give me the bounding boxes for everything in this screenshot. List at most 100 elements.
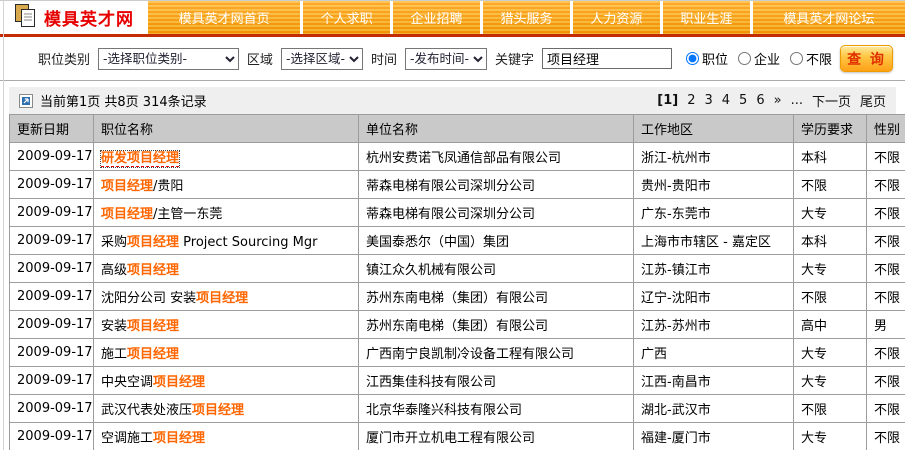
radio-input[interactable] xyxy=(686,52,699,65)
radio-option[interactable]: 不限 xyxy=(790,49,832,68)
column-header-education: 学历要求 xyxy=(794,115,867,143)
region-select[interactable]: -选择区域- xyxy=(281,48,363,70)
cell-education: 本科 xyxy=(794,143,867,171)
column-header-title: 职位名称 xyxy=(94,115,359,143)
radio-label: 不限 xyxy=(806,49,832,68)
nav-tab[interactable]: 模具英才网论坛 xyxy=(753,1,905,34)
job-title-link[interactable]: 安装项目经理 xyxy=(101,319,179,334)
cell-update-date: 2009-09-17 xyxy=(10,367,94,395)
job-title-link[interactable]: 沈阳分公司 安装项目经理 xyxy=(101,291,248,306)
category-select[interactable]: -选择职位类别- xyxy=(98,48,239,70)
keyword-input[interactable] xyxy=(542,48,672,69)
cell-education: 大专 xyxy=(794,367,867,395)
page-link[interactable]: 下一页 xyxy=(812,91,851,110)
page-link[interactable]: 6 xyxy=(756,93,764,108)
cell-region: 广东-东莞市 xyxy=(634,199,794,227)
page-link[interactable]: 4 xyxy=(722,93,730,108)
site-logo[interactable]: 模具英才网 xyxy=(0,1,148,34)
table-header-row: 更新日期 职位名称 单位名称 工作地区 学历要求 性别 xyxy=(10,115,905,143)
nav-tab[interactable]: 模具英才网首页 xyxy=(148,1,300,34)
cell-job-title: 高级项目经理 xyxy=(94,255,359,283)
table-row: 2009-09-17 施工项目经理 广西南宁良凯制冷设备工程有限公司 广西 大专… xyxy=(10,339,905,367)
column-header-region: 工作地区 xyxy=(634,115,794,143)
cell-job-title: 武汉代表处液压项目经理 xyxy=(94,395,359,423)
table-row: 2009-09-17 采购项目经理 Project Sourcing Mgr 美… xyxy=(10,227,905,255)
table-row: 2009-09-17 高级项目经理 镇江众久机械有限公司 江苏-镇江市 大专 不… xyxy=(10,255,905,283)
table-row: 2009-09-17 空调施工项目经理 厦门市开立机电工程有限公司 福建-厦门市… xyxy=(10,423,905,450)
job-title-link[interactable]: 武汉代表处液压项目经理 xyxy=(101,403,244,418)
job-title-link[interactable]: 采购项目经理 Project Sourcing Mgr xyxy=(101,235,317,250)
table-row: 2009-09-17 武汉代表处液压项目经理 北京华泰隆兴科技有限公司 湖北-武… xyxy=(10,395,905,423)
column-header-company: 单位名称 xyxy=(359,115,634,143)
cell-company: 苏州东南电梯（集团）有限公司 xyxy=(359,283,634,311)
page-link[interactable]: ... xyxy=(791,93,803,108)
category-label: 职位类别 xyxy=(38,49,90,68)
page-link[interactable]: 2 xyxy=(687,93,695,108)
page-link[interactable]: 5 xyxy=(739,93,747,108)
time-select[interactable]: -发布时间- xyxy=(405,48,487,70)
job-title-link[interactable]: 中央空调项目经理 xyxy=(101,375,205,390)
main-nav: 模具英才网首页个人求职企业招聘猎头服务人力资源职业生涯模具英才网论坛 xyxy=(148,1,905,34)
cell-company: 杭州安费诺飞凤通信部品有限公司 xyxy=(359,143,634,171)
job-title-link[interactable]: 项目经理/贵阳 xyxy=(101,179,183,194)
nav-tab[interactable]: 企业招聘 xyxy=(393,1,480,34)
header: 模具英才网 模具英才网首页个人求职企业招聘猎头服务人力资源职业生涯模具英才网论坛 xyxy=(0,1,905,37)
job-title-link[interactable]: 空调施工项目经理 xyxy=(101,431,205,446)
cell-gender: 不限 xyxy=(867,423,905,450)
cell-job-title: 中央空调项目经理 xyxy=(94,367,359,395)
table-row: 2009-09-17 项目经理/主管一东莞 蒂森电梯有限公司深圳分公司 广东-东… xyxy=(10,199,905,227)
cell-company: 美国泰悉尔（中国）集团 xyxy=(359,227,634,255)
cell-gender: 不限 xyxy=(867,199,905,227)
page-link[interactable]: 3 xyxy=(704,93,712,108)
cell-gender: 不限 xyxy=(867,227,905,255)
cell-company: 镇江众久机械有限公司 xyxy=(359,255,634,283)
cell-job-title: 采购项目经理 Project Sourcing Mgr xyxy=(94,227,359,255)
cell-update-date: 2009-09-17 xyxy=(10,255,94,283)
page-link[interactable]: 尾页 xyxy=(860,91,886,110)
radio-input[interactable] xyxy=(790,52,803,65)
cell-update-date: 2009-09-17 xyxy=(10,227,94,255)
cell-job-title: 施工项目经理 xyxy=(94,339,359,367)
cell-company: 蒂森电梯有限公司深圳分公司 xyxy=(359,199,634,227)
table-row: 2009-09-17 研发项目经理 杭州安费诺飞凤通信部品有限公司 浙江-杭州市… xyxy=(10,143,905,171)
job-title-link[interactable]: 高级项目经理 xyxy=(101,263,179,278)
page-link[interactable]: » xyxy=(774,93,782,108)
radio-option[interactable]: 职位 xyxy=(686,49,728,68)
cell-gender: 不限 xyxy=(867,367,905,395)
cell-region: 辽宁-沈阳市 xyxy=(634,283,794,311)
cell-gender: 不限 xyxy=(867,255,905,283)
job-title-link[interactable]: 施工项目经理 xyxy=(101,347,179,362)
search-bar: 职位类别 -选择职位类别- 区域 -选择区域- 时间 -发布时间- 关键字 职位… xyxy=(0,37,905,81)
search-button[interactable]: 查 询 xyxy=(840,45,893,72)
cell-education: 不限 xyxy=(794,283,867,311)
cell-education: 不限 xyxy=(794,395,867,423)
radio-option[interactable]: 企业 xyxy=(738,49,780,68)
job-title-link[interactable]: 项目经理/主管一东莞 xyxy=(101,207,222,222)
cell-update-date: 2009-09-17 xyxy=(10,395,94,423)
table-row: 2009-09-17 中央空调项目经理 江西集佳科技有限公司 江西-南昌市 大专… xyxy=(10,367,905,395)
cell-job-title: 空调施工项目经理 xyxy=(94,423,359,450)
cell-region: 江苏-镇江市 xyxy=(634,255,794,283)
nav-tab[interactable]: 职业生涯 xyxy=(663,1,750,34)
cell-update-date: 2009-09-17 xyxy=(10,423,94,450)
cell-company: 江西集佳科技有限公司 xyxy=(359,367,634,395)
table-row: 2009-09-17 安装项目经理 苏州东南电梯（集团）有限公司 江苏-苏州市 … xyxy=(10,311,905,339)
nav-tab[interactable]: 猎头服务 xyxy=(483,1,570,34)
cell-company: 厦门市开立机电工程有限公司 xyxy=(359,423,634,450)
nav-tab[interactable]: 个人求职 xyxy=(303,1,390,34)
nav-tab[interactable]: 人力资源 xyxy=(573,1,660,34)
keyword-label: 关键字 xyxy=(495,49,534,68)
cell-gender: 不限 xyxy=(867,395,905,423)
job-title-link[interactable]: 研发项目经理 xyxy=(101,151,179,167)
radio-label: 企业 xyxy=(754,49,780,68)
job-table: 更新日期 职位名称 单位名称 工作地区 学历要求 性别 2009-09-17 研… xyxy=(9,114,905,450)
cell-education: 大专 xyxy=(794,255,867,283)
cell-company: 苏州东南电梯（集团）有限公司 xyxy=(359,311,634,339)
cell-company: 广西南宁良凯制冷设备工程有限公司 xyxy=(359,339,634,367)
cell-region: 上海市市辖区 - 嘉定区 xyxy=(634,227,794,255)
cell-update-date: 2009-09-17 xyxy=(10,171,94,199)
table-row: 2009-09-17 沈阳分公司 安装项目经理 苏州东南电梯（集团）有限公司 辽… xyxy=(10,283,905,311)
cell-education: 大专 xyxy=(794,339,867,367)
cell-update-date: 2009-09-17 xyxy=(10,199,94,227)
radio-input[interactable] xyxy=(738,52,751,65)
